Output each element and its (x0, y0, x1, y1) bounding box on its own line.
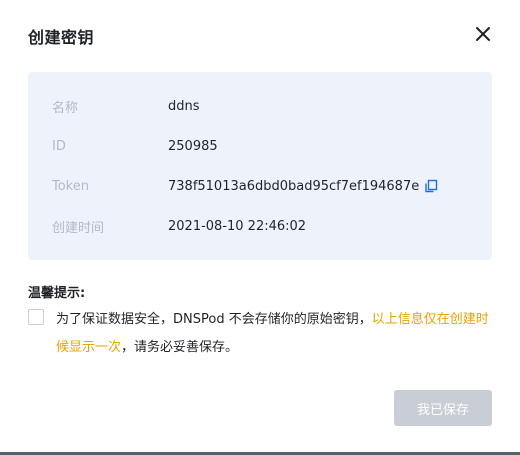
name-label: 名称 (52, 100, 79, 116)
close-icon[interactable] (474, 25, 492, 43)
info-row-id: ID 250985 (52, 136, 218, 156)
create-key-dialog: 创建密钥 名称 ddns ID 250985 Token 738f51013a6… (0, 0, 520, 455)
key-info-panel: 名称 ddns ID 250985 Token 738f51013a6dbd0b… (28, 72, 492, 260)
tip-text-before: 为了保证数据安全，DNSPod 不会存储你的原始密钥， (56, 312, 372, 327)
tip-title: 温馨提示: (28, 286, 86, 301)
info-row-token: Token 738f51013a6dbd0bad95cf7ef194687e (52, 176, 438, 196)
name-value: ddns (168, 98, 200, 114)
tip-text-after: ，请务必妥善保存。 (121, 340, 239, 355)
created-label: 创建时间 (52, 220, 105, 236)
saved-button[interactable]: 我已保存 (394, 390, 492, 426)
token-label: Token (52, 178, 89, 194)
confirm-saved-checkbox[interactable] (28, 309, 44, 325)
info-row-name: 名称 ddns (52, 96, 200, 116)
token-value-wrap: 738f51013a6dbd0bad95cf7ef194687e (168, 179, 438, 194)
copy-icon[interactable] (424, 179, 438, 193)
id-label: ID (52, 138, 66, 154)
info-row-created: 创建时间 2021-08-10 22:46:02 (52, 216, 306, 236)
tip-text: 为了保证数据安全，DNSPod 不会存储你的原始密钥，以上信息仅在创建时候显示一… (56, 306, 496, 362)
created-value: 2021-08-10 22:46:02 (168, 218, 307, 234)
id-value: 250985 (168, 138, 218, 154)
token-value: 738f51013a6dbd0bad95cf7ef194687e (168, 178, 420, 194)
dialog-title: 创建密钥 (28, 28, 95, 47)
